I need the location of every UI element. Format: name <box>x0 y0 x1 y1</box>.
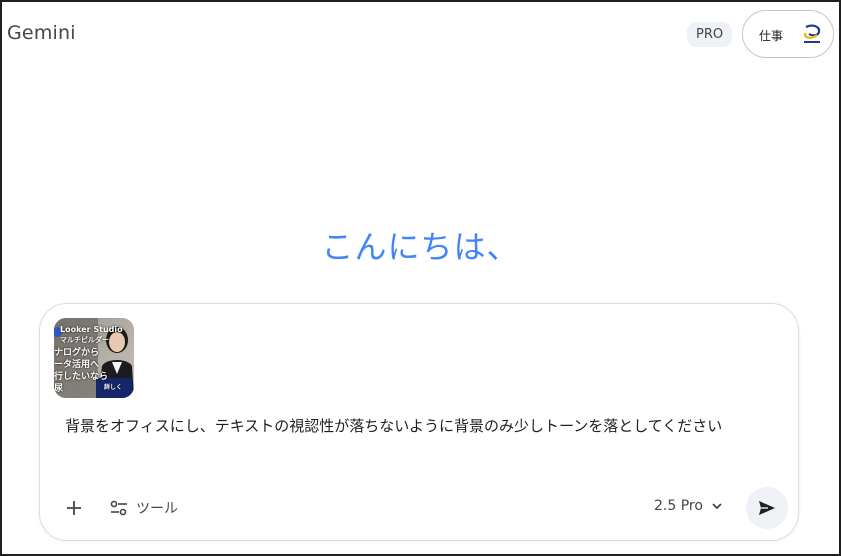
thumbnail-text-line: Looker Studio <box>60 325 123 334</box>
thumbnail-text-line: マルチビルダー <box>60 336 109 344</box>
send-icon <box>759 501 775 515</box>
model-label: 2.5 Pro <box>654 498 703 514</box>
tune-icon <box>110 500 127 516</box>
attached-image-thumbnail[interactable]: Looker Studio マルチビルダー ナログから ータ活用へ 行したいなら… <box>54 318 134 398</box>
prompt-input[interactable]: 背景をオフィスにし、テキストの視認性が落ちないように背景のみ少しトーンを落として… <box>65 414 765 438</box>
greeting-heading: こんにちは、 <box>321 228 520 266</box>
prompt-composer: Looker Studio マルチビルダー ナログから ータ活用へ 行したいなら… <box>39 303 799 541</box>
plus-icon <box>67 501 81 515</box>
thumbnail-text-line: 尿 <box>54 384 64 394</box>
tools-button[interactable]: ツール <box>110 496 178 520</box>
thumbnail-button-text: 詳しく <box>104 384 123 391</box>
send-button[interactable] <box>746 487 788 529</box>
account-label: 仕事 <box>759 29 784 43</box>
account-switcher[interactable]: 仕事 <box>742 10 834 58</box>
app-title[interactable]: Gemini <box>7 22 76 44</box>
model-selector[interactable]: 2.5 Pro <box>654 498 723 514</box>
chevron-down-icon <box>712 503 722 510</box>
add-button[interactable] <box>60 494 88 522</box>
pro-badge[interactable]: PRO <box>687 22 733 47</box>
tools-label: ツール <box>136 501 178 517</box>
company-logo-icon <box>803 24 821 43</box>
gemini-window: Gemini PRO 仕事 こんにちは、 Looker Studio マルチビル… <box>0 0 841 556</box>
